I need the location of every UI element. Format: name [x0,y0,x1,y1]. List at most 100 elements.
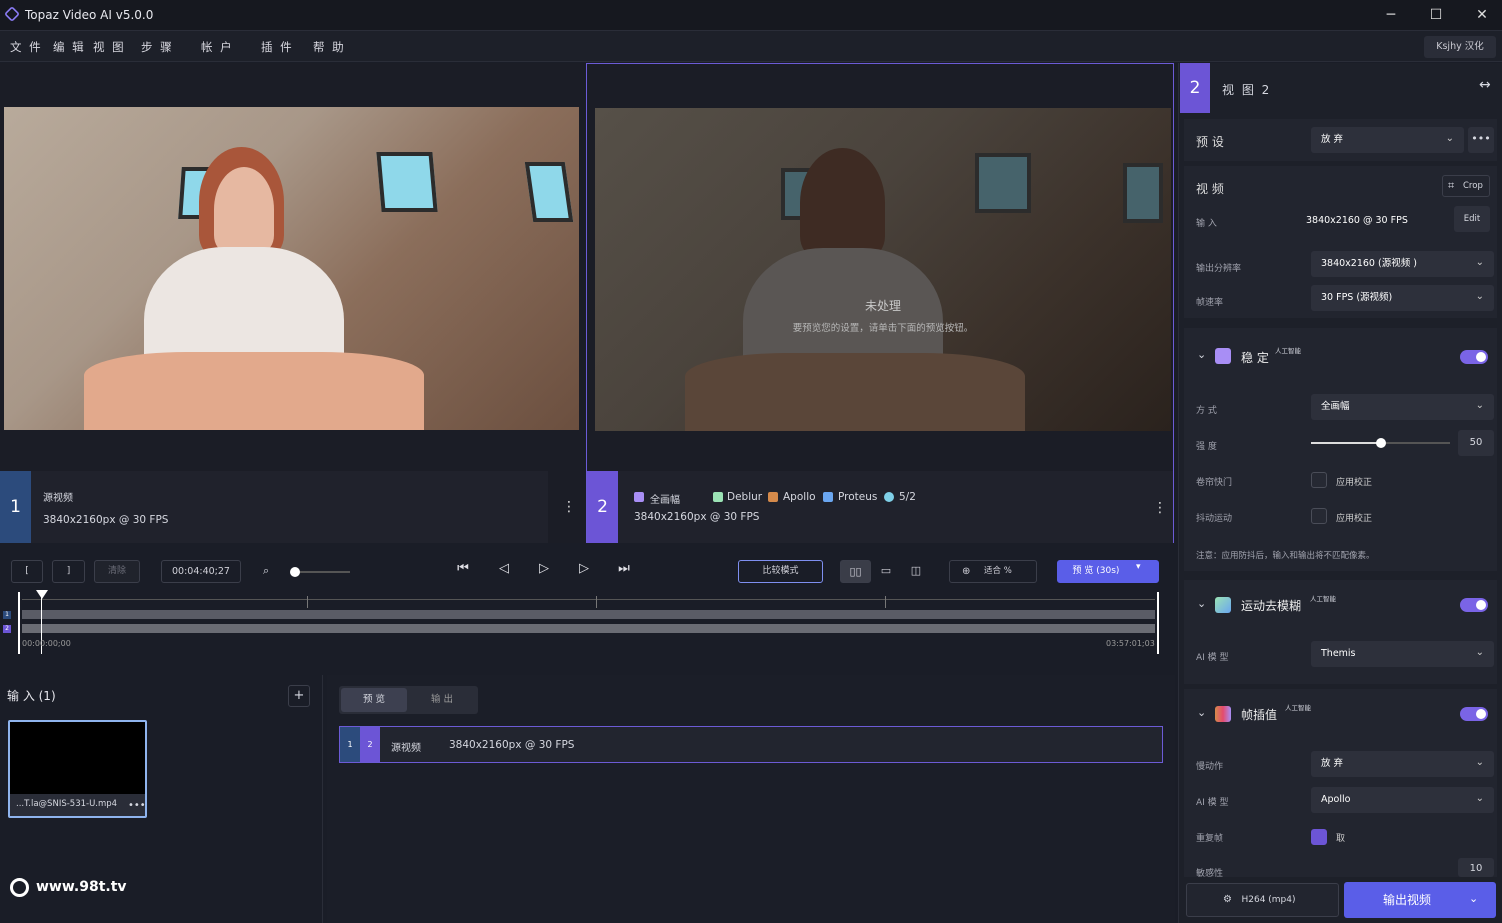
menu-view[interactable]: 视 图 [93,39,126,55]
row-spec: 3840x2160px @ 30 FPS [449,739,575,751]
dup-checkbox[interactable] [1311,829,1327,845]
mark-in-button[interactable]: [ [11,560,43,583]
playhead-handle[interactable] [36,590,48,599]
interp-model-label: AI 模 型 [1196,798,1229,808]
queue-row[interactable]: 1 2 源视频 3840x2160px @ 30 FPS [339,726,1163,763]
preview-dropdown-icon[interactable]: ▾ [1136,562,1141,572]
menu-steps[interactable]: 步 骤 [141,39,174,55]
rolling-check-label: 应用校正 [1336,478,1373,488]
menu-account[interactable]: 帐 户 [201,39,234,55]
timeline-end: 03:57:01;03 [1106,639,1155,648]
menu-file[interactable]: 文 件 [10,39,43,55]
slowmo-select[interactable]: 放 弃 ⌄ [1311,751,1494,777]
timecode-field[interactable]: 00:04:40;27 [161,560,241,583]
rolling-checkbox[interactable] [1311,472,1327,488]
track-preview[interactable] [22,624,1155,633]
more-icon[interactable]: ⋮ [1153,500,1167,516]
tick [307,596,308,608]
tab-output[interactable]: 输 出 [409,688,475,712]
zoom-select[interactable]: 适合 % ⊕ [949,560,1037,583]
close-icon[interactable]: ✕ [1470,4,1494,26]
menu-plugins[interactable]: 插 件 [261,39,294,55]
view-name: 源视频 [43,493,73,504]
add-input-button[interactable]: + [288,685,310,707]
app-title: Topaz Video AI v5.0.0 [25,8,154,22]
timeline[interactable]: 1 2 00:00:00;00 03:57:01;03 [0,590,1175,670]
deblur-toggle[interactable] [1460,598,1488,612]
collapse-chevron-icon[interactable]: ⌄ [1197,597,1206,610]
video-section: 视 频 Crop ⌗ 输 入 3840x2160 @ 30 FPS Edit 输出… [1184,166,1497,318]
mode-select[interactable]: 全画幅 ⌄ [1311,394,1494,420]
window-shape [1123,163,1163,223]
app-logo-icon [4,6,20,22]
interpolation-toggle[interactable] [1460,707,1488,721]
window-shape [376,152,438,212]
menu-edit[interactable]: 编 辑 [53,39,86,55]
play-icon[interactable]: ▷ [535,561,553,579]
chevron-down-icon: ⌄ [1475,757,1484,768]
source-view: 1 源视频 3840x2160px @ 30 FPS ⋮ [0,63,585,543]
fps-label: 帧速率 [1196,298,1224,308]
strength-slider-handle[interactable] [1376,438,1386,448]
export-dropdown-icon[interactable]: ⌄ [1469,892,1478,905]
minimize-icon[interactable]: ─ [1379,4,1403,26]
codec-select[interactable]: H264 (mp4) ⚙ [1186,883,1339,917]
model-tag: Proteus [838,491,878,503]
crop-icon: ⌗ [1448,179,1455,192]
model-tag: Apollo [783,491,816,503]
split-view-icon[interactable]: ◫ [901,560,931,583]
preview-view: 未处理 要预览您的设置，请单击下面的预览按钮。 2 全画幅 Deblur Apo… [586,63,1174,543]
interp-model-select[interactable]: Apollo ⌄ [1311,787,1494,813]
side-by-side-icon[interactable]: ▯▯ [840,560,871,583]
collapse-chevron-icon[interactable]: ⌄ [1197,348,1206,361]
step-forward-icon[interactable]: ▷ [575,561,593,579]
track-source[interactable] [22,610,1155,619]
step-back-icon[interactable]: ◁ [495,561,513,579]
sensitivity-input[interactable]: 10 [1458,858,1494,877]
enhance-icon [884,492,894,502]
single-view-icon[interactable]: ▭ [871,560,901,583]
queue-panel: 预 览 输 出 1 2 源视频 3840x2160px @ 30 FPS [327,675,1175,923]
menu-help[interactable]: 帮 助 [313,39,346,55]
compare-mode-button[interactable]: 比较模式 [738,560,823,583]
interp-model-value: Apollo [1321,794,1351,805]
skip-end-icon[interactable]: ⏭ [615,561,633,579]
chevron-down-icon: ⌄ [1475,793,1484,804]
timeline-range[interactable] [18,592,1159,654]
skip-start-icon[interactable]: ⏮ [454,561,472,579]
interpolation-title: 帧插值 [1241,708,1278,722]
localize-button[interactable]: Ksjhy 汉化 [1424,36,1496,58]
maximize-icon[interactable]: ☐ [1424,4,1448,26]
more-icon[interactable]: ••• [128,800,146,811]
stabilize-toggle[interactable] [1460,350,1488,364]
input-label: 输 入 [1196,219,1217,229]
tab-preview[interactable]: 预 览 [341,688,407,712]
source-frame [4,107,579,430]
edit-button[interactable]: Edit [1454,206,1490,232]
slowmo-label: 慢动作 [1196,762,1224,772]
mark-out-button[interactable]: ] [52,560,85,583]
fps-select[interactable]: 30 FPS (源视频) ⌄ [1311,285,1494,311]
jitter-checkbox[interactable] [1311,508,1327,524]
deblur-model-label: AI 模 型 [1196,653,1229,663]
title-bar: Topaz Video AI v5.0.0 ─ ☐ ✕ [0,0,1502,31]
clear-button[interactable]: 清除 [94,560,140,583]
crop-button[interactable]: Crop ⌗ [1442,175,1490,197]
preset-more-button[interactable]: ••• [1468,127,1494,153]
preview-button[interactable]: 预 览 (30s) [1057,560,1159,583]
input-thumbnail[interactable]: ...T.la@SNIS-531-U.mp4 ••• [8,720,147,818]
expand-icon[interactable]: ↔ [1479,77,1491,93]
row-view-b: 2 [360,727,380,762]
more-icon[interactable]: ⋮ [562,499,576,515]
magnify-icon: ⊕ [962,566,971,577]
zoom-slider-handle[interactable] [290,567,300,577]
outres-select[interactable]: 3840x2160 (源视频 ) ⌄ [1311,251,1494,277]
mode-label: 方 式 [1196,406,1217,416]
preset-select[interactable]: 放 弃 ⌄ [1311,127,1464,153]
preset-label: 预 设 [1196,135,1224,149]
zoom-slider[interactable] [292,571,350,573]
strength-input[interactable]: 50 [1458,430,1494,456]
deblur-model-select[interactable]: Themis ⌄ [1311,641,1494,667]
collapse-chevron-icon[interactable]: ⌄ [1197,706,1206,719]
inputs-title: 输 入 (1) [7,689,56,703]
